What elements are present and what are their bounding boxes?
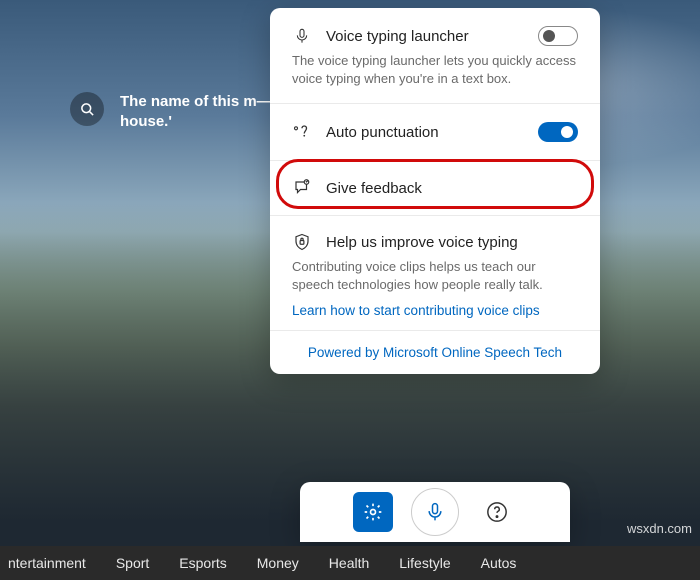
- news-category-nav: ntertainment Sport Esports Money Health …: [0, 546, 700, 580]
- improve-voice-typing-label: Help us improve voice typing: [326, 234, 578, 251]
- shield-lock-icon: [292, 232, 312, 252]
- divider: [270, 160, 600, 161]
- search-widget[interactable]: The name of this m— house.': [70, 92, 280, 131]
- give-feedback-label: Give feedback: [326, 180, 578, 197]
- auto-punctuation-label: Auto punctuation: [326, 124, 524, 141]
- nav-item[interactable]: ntertainment: [8, 555, 86, 571]
- nav-item[interactable]: Lifestyle: [399, 555, 450, 571]
- settings-button[interactable]: [353, 492, 393, 532]
- search-icon: [70, 92, 104, 126]
- voice-typing-launcher-toggle[interactable]: [538, 26, 578, 46]
- voice-typing-launcher-section: Voice typing launcher The voice typing l…: [270, 14, 600, 99]
- punctuation-icon: [292, 124, 312, 140]
- microphone-icon: [292, 26, 312, 46]
- microphone-button[interactable]: [411, 488, 459, 536]
- nav-item[interactable]: Autos: [481, 555, 517, 571]
- improve-voice-typing-desc: Contributing voice clips helps us teach …: [292, 258, 578, 293]
- divider: [270, 215, 600, 216]
- improve-voice-typing-section: Help us improve voice typing Contributin…: [270, 220, 600, 330]
- voice-typing-launcher-label: Voice typing launcher: [326, 28, 524, 45]
- help-button[interactable]: [477, 492, 517, 532]
- voice-typing-settings-panel: Voice typing launcher The voice typing l…: [270, 8, 600, 374]
- feedback-icon: [292, 179, 312, 197]
- nav-item[interactable]: Sport: [116, 555, 149, 571]
- nav-item[interactable]: Esports: [179, 555, 226, 571]
- watermark: wsxdn.com: [627, 521, 692, 536]
- nav-item[interactable]: Health: [329, 555, 369, 571]
- voice-typing-toolbar: [300, 482, 570, 542]
- search-text: The name of this m— house.': [120, 92, 280, 131]
- powered-by-link[interactable]: Powered by Microsoft Online Speech Tech: [270, 330, 600, 374]
- give-feedback-section[interactable]: Give feedback: [270, 165, 600, 211]
- divider: [270, 103, 600, 104]
- nav-item[interactable]: Money: [257, 555, 299, 571]
- auto-punctuation-toggle[interactable]: [538, 122, 578, 142]
- contributing-voice-clips-link[interactable]: Learn how to start contributing voice cl…: [292, 303, 578, 318]
- voice-typing-launcher-desc: The voice typing launcher lets you quick…: [292, 52, 578, 87]
- auto-punctuation-section: Auto punctuation: [270, 108, 600, 156]
